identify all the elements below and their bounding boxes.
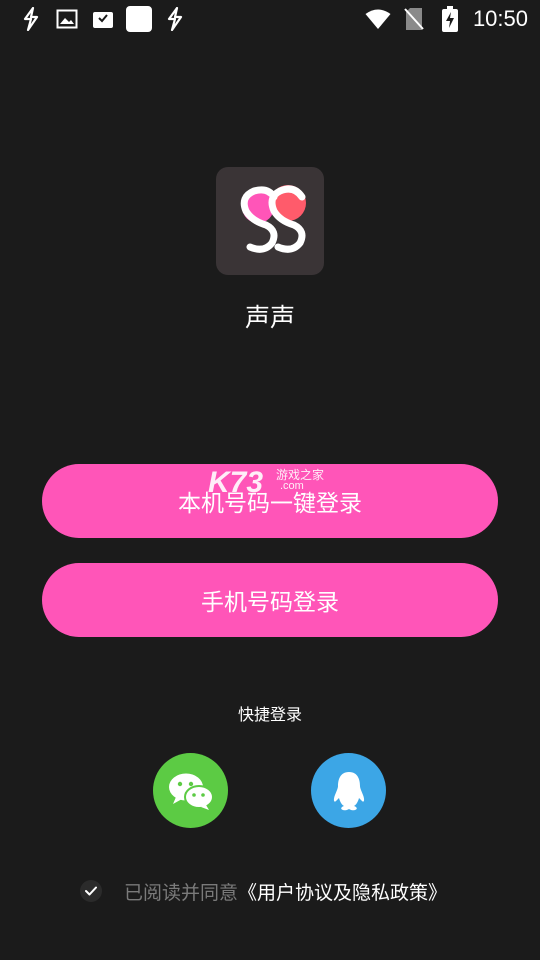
- battery-charging-icon: [437, 6, 463, 32]
- wechat-icon: [168, 773, 214, 810]
- bolt-icon: [162, 6, 188, 32]
- calendar-icon: [90, 6, 116, 32]
- square-icon: [126, 6, 152, 32]
- bolt-icon: [18, 6, 44, 32]
- qq-login-button[interactable]: [311, 753, 386, 828]
- wifi-icon: [365, 6, 391, 32]
- qq-icon: [333, 771, 364, 810]
- check-icon: [85, 886, 97, 896]
- image-icon: [54, 6, 80, 32]
- quick-login-title: 快捷登录: [237, 705, 302, 724]
- policy-link[interactable]: 《用户协议及隐私政策》: [238, 878, 447, 905]
- agreement-text: 已阅读并同意: [124, 881, 239, 904]
- phone-login-button[interactable]: 手机号码登录: [42, 563, 498, 637]
- app-name: 声声: [244, 303, 295, 332]
- wechat-login-button[interactable]: [153, 753, 228, 828]
- status-right-icons: 10:50: [365, 6, 528, 32]
- app-logo: [216, 167, 324, 275]
- no-sim-icon: [401, 6, 427, 32]
- status-time: 10:50: [472, 6, 528, 31]
- ss-logo-icon: [240, 185, 306, 253]
- agreement: 已阅读并同意 《用户协议及隐私政策》: [80, 878, 447, 904]
- status-bar: 10:50: [0, 0, 540, 40]
- status-left-icons: [18, 6, 188, 32]
- agree-checkbox[interactable]: [80, 880, 102, 902]
- one-click-login-button[interactable]: 本机号码一键登录: [42, 464, 498, 538]
